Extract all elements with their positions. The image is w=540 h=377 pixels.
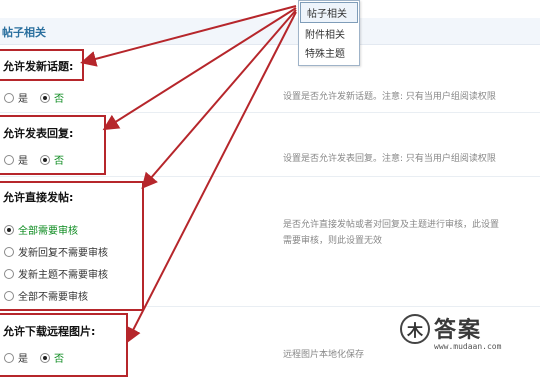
watermark-text: 答案 (434, 318, 483, 343)
radio-all-review[interactable] (4, 224, 14, 235)
radio-no[interactable] (40, 92, 50, 103)
section-header: 帖子相关 (0, 18, 540, 45)
dropdown-item-attachments[interactable]: 附件相关 (299, 24, 359, 43)
watermark: 木 答案 www.mudaan.com (400, 312, 540, 360)
watermark-url: www.mudaan.com (434, 342, 502, 351)
option-label-yes: 是 (18, 156, 28, 167)
setting-remote-images-title: 允许下载远程图片: (3, 325, 96, 338)
direct-post-option-row: 发新回复不需要审核 (4, 244, 120, 259)
setting-remote-images-description: 远程图片本地化保存 (283, 350, 365, 360)
option-label-no: 否 (54, 94, 64, 105)
setting-new-topic-options: 是 否 (4, 90, 76, 105)
option-label: 全部需要审核 (18, 226, 78, 237)
setting-remote-images-box: 允许下载远程图片: (0, 313, 128, 377)
row-divider (0, 112, 540, 113)
radio-none-review[interactable] (4, 290, 14, 301)
radio-topic-no-review[interactable] (4, 268, 14, 279)
option-label-yes: 是 (18, 94, 28, 105)
direct-post-option-row: 全部需要审核 (4, 222, 90, 237)
radio-yes[interactable] (4, 154, 14, 165)
radio-reply-no-review[interactable] (4, 246, 14, 257)
setting-new-topic-title: 允许发新话题: (3, 60, 74, 73)
option-label: 发新主题不需要审核 (18, 270, 108, 281)
dropdown-item-posts[interactable]: 帖子相关 (300, 2, 358, 23)
row-divider (0, 176, 540, 177)
option-label: 发新回复不需要审核 (18, 248, 108, 259)
option-label-no: 否 (54, 156, 64, 167)
setting-reply-description: 设置是否允许发表回复。注意: 只有当用户组阅读权限 (283, 154, 496, 164)
setting-new-topic-title-box: 允许发新话题: (0, 49, 84, 81)
category-dropdown[interactable]: 帖子相关 附件相关 特殊主题 (298, 0, 360, 66)
watermark-logo-icon: 木 (400, 314, 430, 344)
radio-no[interactable] (40, 154, 50, 165)
option-label: 全部不需要审核 (18, 292, 88, 303)
option-label-no: 否 (54, 354, 64, 365)
setting-reply-title: 允许发表回复: (3, 127, 74, 140)
direct-post-option-row: 全部不需要审核 (4, 288, 100, 303)
radio-no[interactable] (40, 352, 50, 363)
radio-yes[interactable] (4, 352, 14, 363)
setting-direct-post-description-line1: 是否允许直接发帖或者对回复及主题进行审核，此设置 (283, 220, 500, 230)
section-title: 帖子相关 (2, 26, 46, 39)
direct-post-option-row: 发新主题不需要审核 (4, 266, 120, 281)
setting-new-topic-description: 设置是否允许发新话题。注意: 只有当用户组阅读权限 (283, 92, 496, 102)
setting-reply-options: 是 否 (4, 152, 76, 167)
dropdown-item-special-topics[interactable]: 特殊主题 (299, 43, 359, 62)
radio-yes[interactable] (4, 92, 14, 103)
setting-direct-post-title: 允许直接发帖: (3, 191, 74, 204)
setting-direct-post-description-line2: 需要审核，则此设置无效 (283, 236, 383, 246)
option-label-yes: 是 (18, 354, 28, 365)
setting-remote-images-options: 是 否 (4, 350, 76, 365)
